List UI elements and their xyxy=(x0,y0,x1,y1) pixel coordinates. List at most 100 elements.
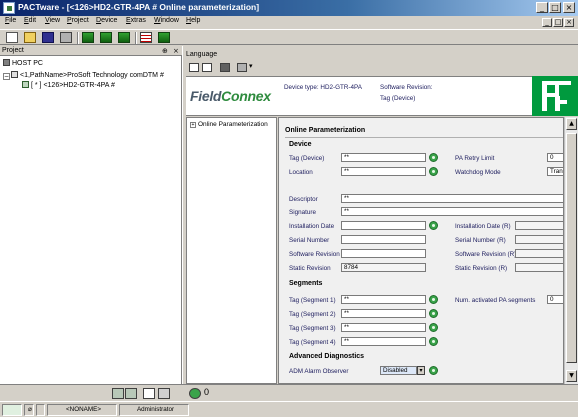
project-pane-title: Project xyxy=(2,47,24,54)
connect-icon[interactable] xyxy=(82,32,94,43)
form-scrollbar[interactable]: ▲ ▼ xyxy=(564,117,578,384)
signature-field[interactable]: ** xyxy=(341,207,563,216)
project-pane-header: Project ⊕ × xyxy=(0,46,182,56)
connect-device-icon[interactable] xyxy=(125,388,137,399)
user-role: Administrator xyxy=(119,404,189,416)
watchdog-mode-field[interactable]: Trans xyxy=(547,167,563,176)
communication-dtm-icon xyxy=(11,71,18,78)
window-title: PACTware - [<126>HD2-GTR-4PA # Online pa… xyxy=(18,2,260,12)
connection-status-icon xyxy=(2,404,22,416)
collapse-icon[interactable]: − xyxy=(3,73,10,80)
menu-view[interactable]: View xyxy=(45,17,60,24)
refresh-icon[interactable] xyxy=(429,153,438,162)
mdi-minimize-button[interactable]: _ xyxy=(542,18,552,27)
nav-item-online-parameterization[interactable]: + Online Parameterization xyxy=(190,121,268,128)
mdi-restore-button[interactable]: □ xyxy=(553,18,563,27)
refresh-icon[interactable] xyxy=(189,388,201,399)
disconnect-icon[interactable] xyxy=(100,32,112,43)
adm-alarm-observer-select[interactable]: Disabled xyxy=(380,366,417,375)
menu-file[interactable]: File xyxy=(5,17,16,24)
watchdog-mode-label: Watchdog Mode xyxy=(455,169,501,176)
scroll-thumb[interactable] xyxy=(566,133,577,363)
upload-icon[interactable] xyxy=(118,32,130,43)
tree-item-device[interactable]: [ * ] <126>HD2-GTR-4PA # xyxy=(22,81,115,89)
refresh-icon[interactable] xyxy=(429,221,438,230)
pin-icon[interactable]: ⊕ xyxy=(162,47,168,55)
form-title: Online Parameterization xyxy=(285,127,366,134)
scroll-down-icon[interactable]: ▼ xyxy=(566,370,577,382)
computer-icon xyxy=(3,59,10,66)
descriptor-label: Descriptor xyxy=(289,196,318,203)
tag-segment-3-field[interactable]: ** xyxy=(341,323,426,332)
software-revision-field[interactable] xyxy=(341,249,426,258)
app-icon[interactable] xyxy=(3,2,15,14)
expand-icon[interactable]: + xyxy=(190,122,196,128)
maximize-button[interactable]: □ xyxy=(549,2,561,13)
network-icon[interactable] xyxy=(112,388,124,399)
tag-device-label: Tag (Device) xyxy=(289,155,325,162)
adm-alarm-observer-label: ADM Alarm Observer xyxy=(289,368,349,375)
settings-icon[interactable] xyxy=(220,63,230,72)
parameter-form: Online Parameterization Device Tag (Devi… xyxy=(278,117,564,384)
installation-date-label: Installation Date xyxy=(289,223,335,230)
print-icon[interactable] xyxy=(60,32,72,43)
tag-segment-1-field[interactable]: ** xyxy=(341,295,426,304)
grid-icon[interactable] xyxy=(158,388,170,399)
num-pa-segments-label: Num. activated PA segments xyxy=(455,297,536,304)
installation-date-field[interactable] xyxy=(341,221,426,230)
device-list-icon[interactable] xyxy=(158,32,170,43)
refresh-icon[interactable] xyxy=(429,366,438,375)
chevron-down-icon[interactable]: ▾ xyxy=(417,366,425,375)
tag-device-header-label: Tag (Device) xyxy=(380,95,416,102)
segments-section-title: Segments xyxy=(289,280,323,287)
tag-segment-2-field[interactable]: ** xyxy=(341,309,426,318)
tree-item-host-pc[interactable]: HOST PC xyxy=(3,59,43,67)
menu-extras[interactable]: Extras xyxy=(126,17,146,24)
refresh-icon[interactable] xyxy=(429,167,438,176)
pepperl-fuchs-logo xyxy=(532,76,578,116)
hierarchy-icon[interactable] xyxy=(143,388,155,399)
menu-help[interactable]: Help xyxy=(186,17,200,24)
menu-device[interactable]: Device xyxy=(96,17,117,24)
location-field[interactable]: ** xyxy=(341,167,426,176)
divider xyxy=(285,137,563,138)
mdi-close-button[interactable]: × xyxy=(564,18,574,27)
software-revision-r-field xyxy=(515,249,563,258)
menu-edit[interactable]: Edit xyxy=(24,17,36,24)
menu-window[interactable]: Window xyxy=(154,17,179,24)
dtm-toolbar: ▾ xyxy=(186,62,578,74)
static-revision-field: 8784 xyxy=(341,263,426,272)
parameter-navigation xyxy=(186,117,277,384)
refresh-icon[interactable] xyxy=(429,337,438,346)
refresh-icon[interactable] xyxy=(429,309,438,318)
menu-project[interactable]: Project xyxy=(67,17,89,24)
descriptor-field[interactable]: ** xyxy=(341,194,563,203)
minimize-button[interactable]: _ xyxy=(536,2,548,13)
new-file-icon[interactable] xyxy=(6,32,18,43)
software-revision-r-label: Software Revision (R) xyxy=(455,251,517,258)
fieldconnex-logo: FieldConnex xyxy=(190,88,271,104)
view-icon[interactable] xyxy=(189,63,199,72)
window-icon[interactable] xyxy=(202,63,212,72)
tag-device-field[interactable]: ** xyxy=(341,153,426,162)
serial-number-r-field xyxy=(515,235,563,244)
open-folder-icon[interactable] xyxy=(24,32,36,43)
software-revision-label: Software Revision: xyxy=(380,84,433,91)
num-pa-segments-field[interactable]: 0 xyxy=(547,295,563,304)
close-icon[interactable]: × xyxy=(173,47,179,55)
serial-number-field[interactable] xyxy=(341,235,426,244)
pa-retry-limit-field[interactable]: 0 xyxy=(547,153,563,162)
toolbar-separator xyxy=(77,32,79,44)
save-disk-icon[interactable] xyxy=(42,32,54,43)
tag-segment-4-field[interactable]: ** xyxy=(341,337,426,346)
chevron-down-icon[interactable]: ▾ xyxy=(249,62,253,70)
close-button[interactable]: × xyxy=(563,2,575,13)
tag-segment-3-label: Tag (Segment 3) xyxy=(289,325,336,332)
scroll-up-icon[interactable]: ▲ xyxy=(566,118,577,130)
refresh-icon[interactable] xyxy=(429,295,438,304)
language-menu[interactable]: Language xyxy=(186,51,217,58)
print-icon[interactable] xyxy=(237,63,247,72)
device-catalog-icon[interactable] xyxy=(140,32,152,43)
refresh-icon[interactable] xyxy=(429,323,438,332)
tree-item-comdtm[interactable]: − <1,PathName>ProSoft Technology comDTM # xyxy=(3,71,164,80)
